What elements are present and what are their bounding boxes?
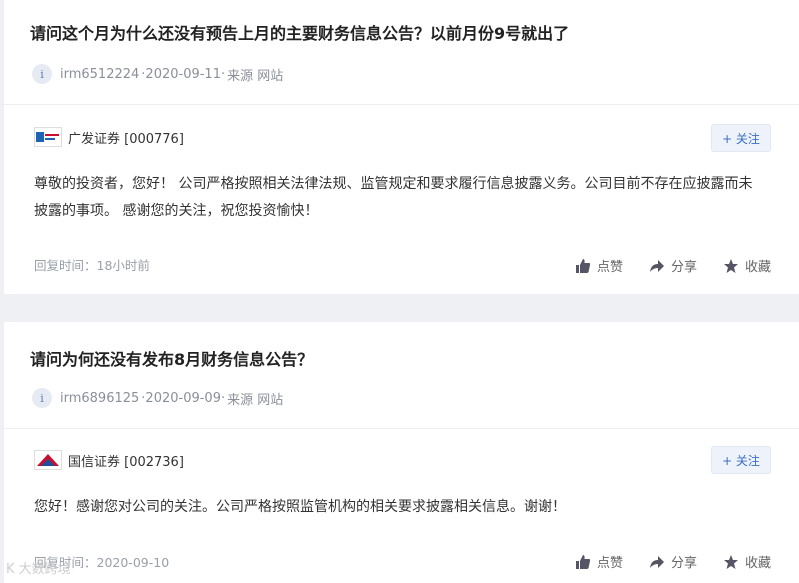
collect-button[interactable]: 收藏 (723, 256, 771, 275)
answer-text: 您好！感谢您对公司的关注。公司严格按照监管机构的相关要求披露相关信息。谢谢！ (34, 499, 566, 515)
star-icon (723, 554, 739, 570)
like-button[interactable]: 点赞 (575, 256, 623, 275)
user-id[interactable]: irm6896125 (60, 391, 139, 406)
question-source: 来源 网站 (227, 68, 284, 84)
qa-card-1 (4, 0, 799, 294)
share-button[interactable]: 分享 (649, 256, 697, 275)
question-date: ·2020-09-09· (141, 390, 226, 406)
like-label: 点赞 (596, 556, 623, 571)
thumbs-up-icon (575, 554, 591, 570)
share-button[interactable]: 分享 (649, 552, 697, 571)
question-title[interactable]: 请问为何还没有发布8月财务信息公告？ (30, 346, 313, 370)
like-label: 点赞 (596, 260, 623, 275)
share-label: 分享 (670, 260, 697, 275)
question-meta: i irm6896125 ·2020-09-09· 来源 网站 (32, 388, 285, 408)
question-meta: i irm6512224 ·2020-09-11· 来源 网站 (32, 64, 285, 84)
company-name[interactable]: 广发证券 [000776] (68, 128, 184, 147)
company-info: 国信证券 [002736] (34, 450, 184, 470)
watermark: K 大数跨境 (6, 562, 71, 577)
question-source: 来源 网站 (227, 392, 284, 408)
collect-button[interactable]: 收藏 (723, 552, 771, 571)
info-icon: i (32, 64, 52, 84)
like-button[interactable]: 点赞 (575, 552, 623, 571)
divider (0, 428, 799, 429)
info-icon: i (32, 388, 52, 408)
share-label: 分享 (670, 556, 697, 571)
company-logo (34, 127, 62, 147)
user-id[interactable]: irm6512224 (60, 67, 139, 82)
divider (0, 104, 799, 105)
collect-label: 收藏 (744, 260, 771, 275)
question-title[interactable]: 请问这个月为什么还没有预告上月的主要财务信息公告？以前月份9号就出了 (30, 20, 569, 44)
follow-button[interactable]: + 关注 (711, 124, 771, 152)
reply-time: 回复时间：18小时前 (34, 258, 150, 273)
company-name[interactable]: 国信证券 [002736] (68, 451, 184, 470)
answer-text: 尊敬的投资者，您好！ 公司严格按照相关法律法规、监管规定和要求履行信息披露义务。… (34, 176, 753, 219)
company-info: 广发证券 [000776] (34, 127, 184, 147)
post-actions: 点赞 分享 收藏 (549, 256, 771, 275)
follow-button[interactable]: + 关注 (711, 446, 771, 474)
thumbs-up-icon (575, 258, 591, 274)
star-icon (723, 258, 739, 274)
share-arrow-icon (649, 258, 665, 274)
post-actions: 点赞 分享 收藏 (549, 552, 771, 571)
collect-label: 收藏 (744, 556, 771, 571)
company-logo (34, 450, 62, 470)
share-arrow-icon (649, 554, 665, 570)
question-date: ·2020-09-11· (141, 66, 226, 82)
